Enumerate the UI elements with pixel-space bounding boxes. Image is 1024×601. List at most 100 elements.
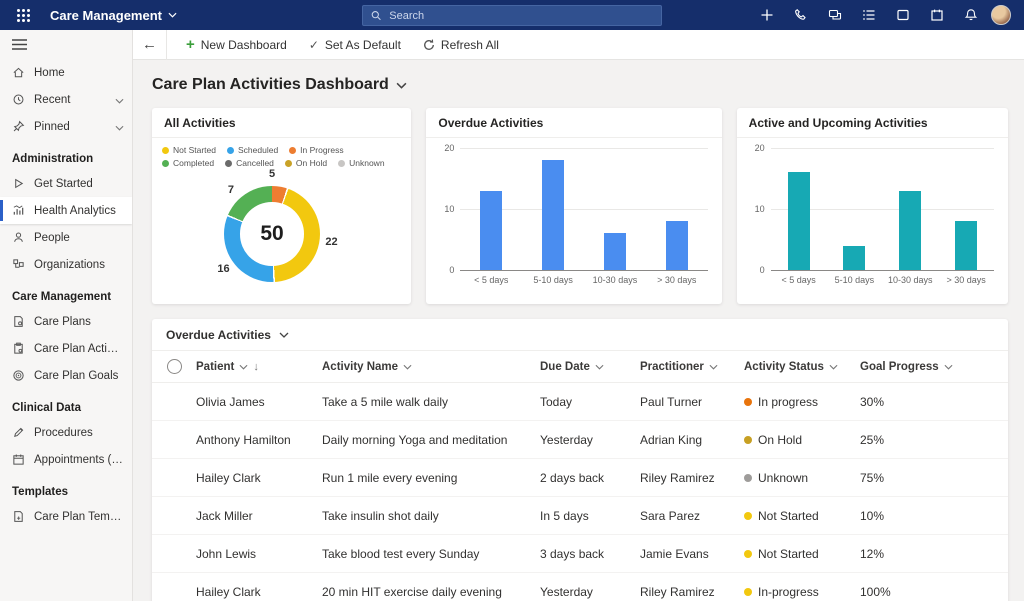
bar-10-30-days[interactable]	[899, 191, 921, 270]
status-dot	[744, 474, 752, 482]
sort-descending-icon: ↓	[253, 361, 259, 373]
legend-item-completed[interactable]: Completed	[162, 158, 214, 168]
tasks-button[interactable]	[856, 2, 882, 28]
column-label: Goal Progress	[860, 361, 939, 373]
sidebar-item-people[interactable]: People	[0, 224, 132, 251]
sidebar-item-procedures[interactable]: Procedures	[0, 419, 132, 446]
status-label: Not Started	[758, 509, 819, 523]
sidebar-item-home[interactable]: Home	[0, 59, 132, 86]
set-as-default-button[interactable]: ✓ Set As Default	[298, 30, 412, 60]
y-axis-tick: 20	[755, 143, 765, 153]
bar-5-10-days[interactable]	[542, 160, 564, 270]
legend-dot	[227, 147, 234, 154]
legend-item-scheduled[interactable]: Scheduled	[227, 145, 278, 155]
donut-chart[interactable]: 50522167	[152, 168, 411, 304]
table-row[interactable]: John LewisTake blood test every Sunday3 …	[152, 535, 1008, 573]
bell-button[interactable]	[958, 2, 984, 28]
plus-icon	[760, 8, 774, 22]
sidebar-item-label: People	[34, 232, 124, 244]
sidebar-item-care-plan-goals[interactable]: Care Plan Goals	[0, 362, 132, 389]
select-all-checkbox[interactable]	[167, 359, 182, 374]
overdue-activities-list-card: Overdue Activities Patient↓Activity Name…	[152, 319, 1008, 601]
sidebar-item-get-started[interactable]: Get Started	[0, 170, 132, 197]
activity-status-cell: In progress	[744, 395, 860, 409]
sidebar-item-label: Home	[34, 67, 124, 79]
bar--30-days[interactable]	[955, 221, 977, 270]
sidebar-item-care-plan-activities[interactable]: Care Plan Activities	[0, 335, 132, 362]
status-label: Not Started	[758, 547, 819, 561]
chevron-down-icon	[115, 98, 124, 104]
list-title: Overdue Activities	[166, 328, 271, 342]
sidebar-item-care-plans[interactable]: Care Plans	[0, 308, 132, 335]
command-bar: ← + New Dashboard ✓ Set As Default Refre…	[133, 30, 1024, 60]
global-search[interactable]	[362, 5, 662, 26]
x-axis-labels: < 5 days5-10 days10-30 days> 30 days	[460, 270, 707, 285]
column-header-patient[interactable]: Patient↓	[196, 361, 322, 373]
status-label: Unknown	[758, 471, 808, 485]
column-header-practitioner[interactable]: Practitioner	[640, 361, 744, 373]
bar-chart-plot: 01020	[771, 148, 994, 270]
column-header-activity-status[interactable]: Activity Status	[744, 361, 860, 373]
goal-progress-cell: 100%	[860, 585, 1008, 599]
tab-button[interactable]	[890, 2, 916, 28]
calendar-button[interactable]	[924, 2, 950, 28]
table-row[interactable]: Jack MillerTake insulin shot dailyIn 5 d…	[152, 497, 1008, 535]
sidebar-item-care-plan-templates[interactable]: Care Plan Templates	[0, 503, 132, 530]
doc-icon	[12, 315, 25, 328]
column-header-goal-progress[interactable]: Goal Progress	[860, 361, 1008, 373]
sidebar-toggle-button[interactable]	[0, 30, 132, 59]
dashboard-selector[interactable]: Care Plan Activities Dashboard	[152, 76, 1008, 94]
chat-button[interactable]	[822, 2, 848, 28]
goal-progress-cell: 75%	[860, 471, 1008, 485]
legend-item-on-hold[interactable]: On Hold	[285, 158, 327, 168]
sidebar-item-pinned[interactable]: Pinned	[0, 113, 132, 140]
list-view-selector[interactable]: Overdue Activities	[152, 319, 1008, 351]
table-row[interactable]: Olivia JamesTake a 5 mile walk dailyToda…	[152, 383, 1008, 421]
sidebar-item-health-analytics[interactable]: Health Analytics	[0, 197, 132, 224]
search-icon	[371, 10, 381, 21]
phone-button[interactable]	[788, 2, 814, 28]
bar--30-days[interactable]	[666, 221, 688, 270]
legend-item-not-started[interactable]: Not Started	[162, 145, 216, 155]
x-axis-tick: < 5 days	[460, 270, 522, 285]
column-header-activity-name[interactable]: Activity Name	[322, 361, 540, 373]
plus-button[interactable]	[754, 2, 780, 28]
column-label: Activity Name	[322, 361, 398, 373]
gridline	[771, 270, 994, 271]
activity-name-cell: 20 min HIT exercise daily evening	[322, 585, 540, 599]
column-header-due-date[interactable]: Due Date	[540, 361, 640, 373]
goal-progress-cell: 30%	[860, 395, 1008, 409]
clipboard-icon	[12, 342, 25, 355]
app-launcher-icon[interactable]	[10, 2, 36, 28]
legend-item-cancelled[interactable]: Cancelled	[225, 158, 274, 168]
chevron-down-icon	[403, 364, 412, 370]
pencil-icon	[12, 426, 25, 439]
new-dashboard-button[interactable]: + New Dashboard	[175, 30, 298, 60]
sidebar-item-appointments-emr[interactable]: Appointments (EMR)	[0, 446, 132, 473]
legend-dot	[162, 160, 169, 167]
status-dot	[744, 436, 752, 444]
legend-item-unknown[interactable]: Unknown	[338, 158, 384, 168]
table-row[interactable]: Hailey Clark20 min HIT exercise daily ev…	[152, 573, 1008, 601]
legend-label: Cancelled	[236, 158, 274, 168]
back-button[interactable]: ←	[133, 30, 167, 60]
set-as-default-label: Set As Default	[325, 38, 401, 52]
patient-cell: Jack Miller	[196, 509, 322, 523]
chevron-down-icon	[944, 364, 953, 370]
app-title-menu[interactable]: Care Management	[50, 8, 177, 23]
search-input[interactable]	[389, 10, 653, 22]
refresh-all-button[interactable]: Refresh All	[412, 30, 510, 60]
due-date-cell: In 5 days	[540, 509, 640, 523]
bar--5-days[interactable]	[480, 191, 502, 270]
due-date-cell: 2 days back	[540, 471, 640, 485]
user-menu-button[interactable]	[988, 2, 1014, 28]
sidebar-item-organizations[interactable]: Organizations	[0, 251, 132, 278]
bar-10-30-days[interactable]	[604, 233, 626, 270]
legend-dot	[338, 160, 345, 167]
table-row[interactable]: Anthony HamiltonDaily morning Yoga and m…	[152, 421, 1008, 459]
bar-5-10-days[interactable]	[843, 246, 865, 270]
sidebar-item-recent[interactable]: Recent	[0, 86, 132, 113]
legend-item-in-progress[interactable]: In Progress	[289, 145, 343, 155]
table-row[interactable]: Hailey ClarkRun 1 mile every evening2 da…	[152, 459, 1008, 497]
bar--5-days[interactable]	[788, 172, 810, 270]
